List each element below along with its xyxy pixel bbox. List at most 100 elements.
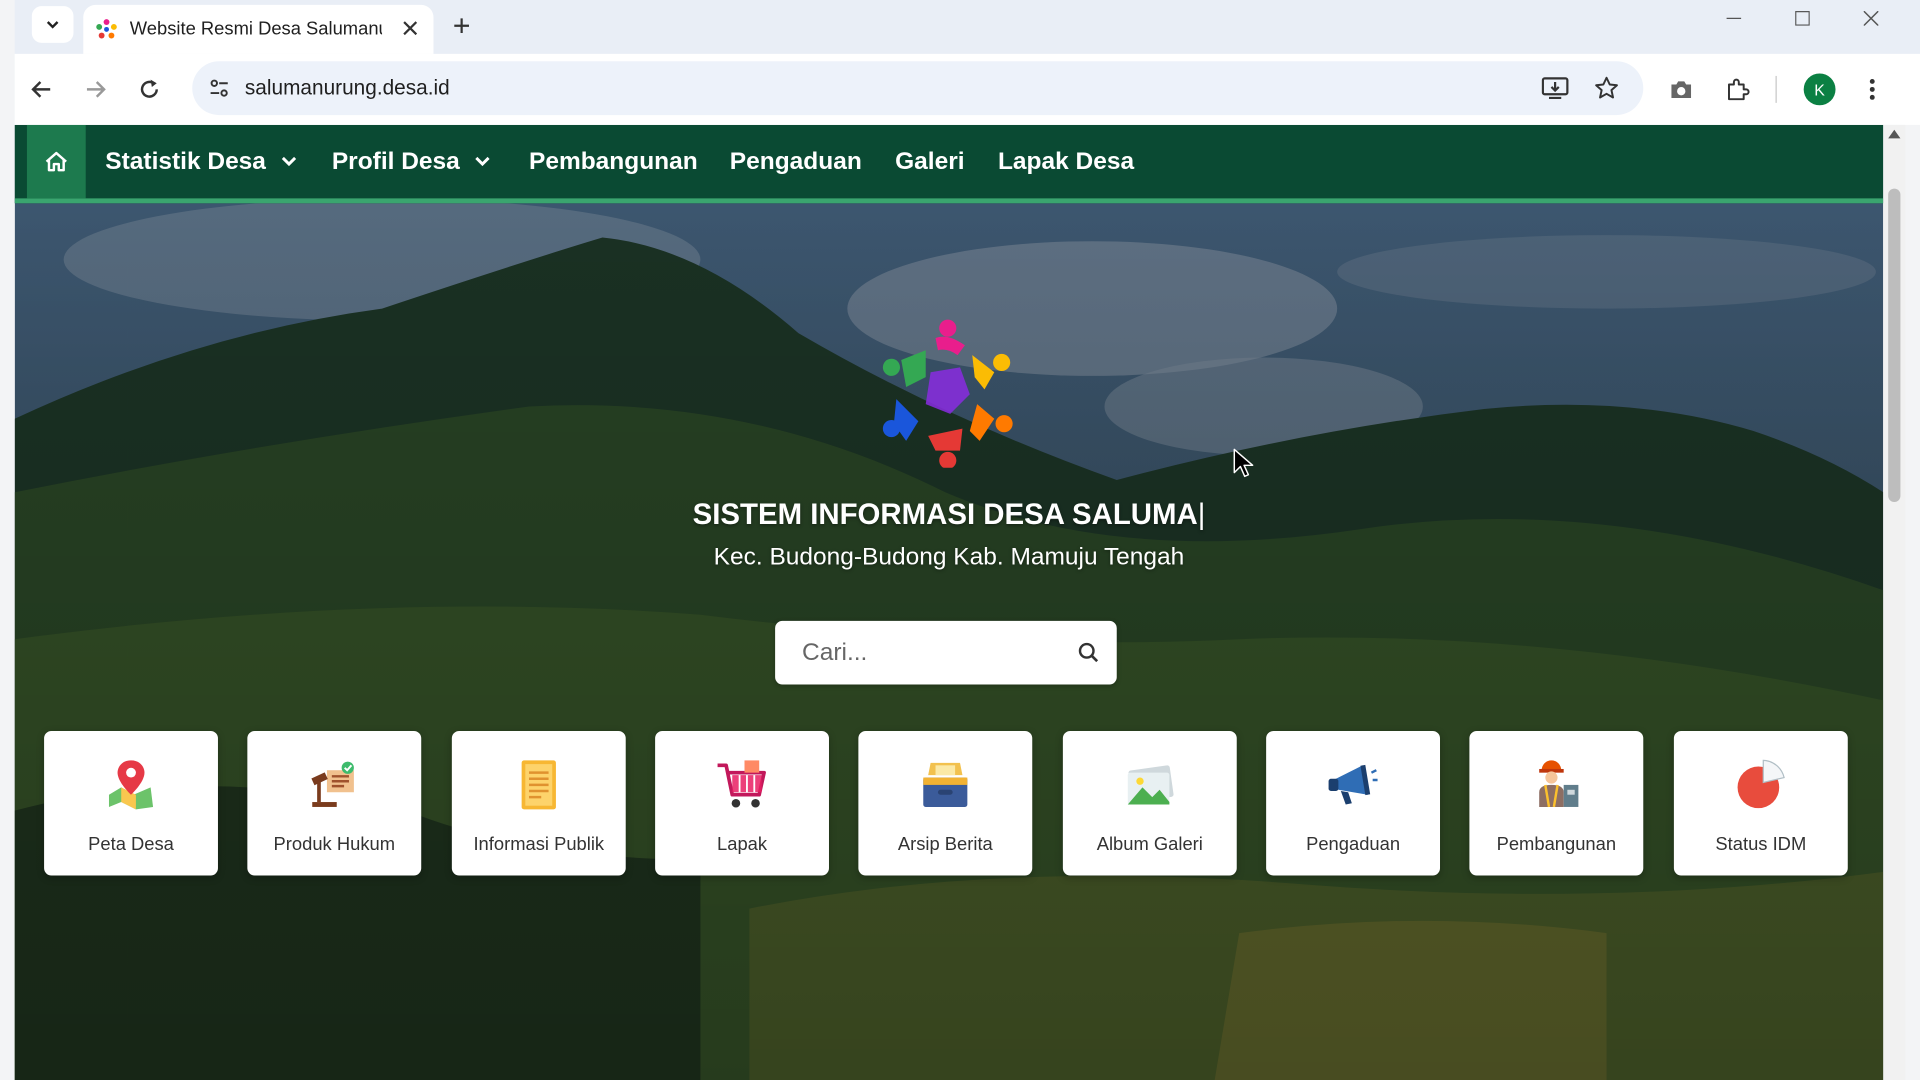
install-app-icon (1541, 77, 1569, 100)
mouse-cursor-icon (1233, 448, 1254, 478)
construction-worker-icon (1539, 760, 1579, 808)
search-icon (1078, 642, 1099, 663)
url-text[interactable]: salumanurung.desa.id (245, 76, 450, 100)
hero-background-image (14, 124, 1884, 1080)
bookmark-star-icon (1595, 76, 1618, 99)
extensions-icon (1728, 78, 1750, 101)
minimize-button[interactable] (1709, 2, 1758, 34)
chevron-down-icon (475, 156, 491, 167)
profile-avatar[interactable]: K (1803, 73, 1836, 106)
card-label: Informasi Publik (473, 833, 605, 855)
card-peta-desa[interactable]: Peta Desa (44, 731, 218, 876)
card-album-galeri[interactable]: Album Galeri (1062, 731, 1237, 876)
new-tab-button[interactable] (443, 9, 480, 43)
close-icon (403, 21, 418, 36)
site-info-icon (210, 79, 228, 97)
law-gavel-icon (311, 761, 354, 807)
nav-lapak-desa[interactable]: Lapak Desa (998, 125, 1134, 198)
home-icon (45, 151, 67, 172)
camera-icon (1671, 81, 1692, 98)
site-subtitle: Kec. Budong-Budong Kab. Mamuju Tengah (713, 543, 1185, 571)
tab-list-button[interactable] (31, 6, 74, 43)
card-status-idm[interactable]: Status IDM (1673, 731, 1848, 876)
nav-galeri[interactable]: Galeri (895, 125, 964, 198)
gallery-image-icon (1127, 765, 1174, 805)
browser-menu-button[interactable] (1854, 71, 1891, 108)
card-produk-hukum[interactable]: Produk Hukum (247, 731, 422, 876)
reload-button[interactable] (131, 71, 168, 108)
bookmark-button[interactable] (1592, 73, 1621, 102)
nav-item-label: Pengaduan (729, 147, 862, 175)
site-title-text: SISTEM INFORMASI DESA SALUMA (692, 498, 1198, 532)
typing-caret: | (1197, 498, 1206, 532)
card-lapak[interactable]: Lapak (655, 731, 829, 876)
nav-item-label: Lapak Desa (997, 147, 1135, 175)
village-logo (882, 319, 1013, 468)
site-navbar: Statistik Desa Profil Desa Pembangunan P… (14, 124, 1884, 204)
toolbar-separator (1775, 75, 1777, 103)
search-button[interactable] (1074, 638, 1103, 667)
card-arsip-berita[interactable]: Arsip Berita (858, 731, 1033, 876)
site-favicon-icon (96, 19, 117, 39)
megaphone-icon (1328, 764, 1378, 805)
card-label: Produk Hukum (273, 833, 396, 855)
pie-chart-icon (1737, 759, 1785, 809)
nav-pembangunan[interactable]: Pembangunan (529, 125, 698, 198)
search-input[interactable] (802, 635, 1060, 670)
window-close-button[interactable] (1847, 2, 1896, 34)
extensions-button[interactable] (1719, 71, 1756, 108)
tab-list-icon (46, 21, 59, 29)
kebab-menu-icon (1869, 78, 1875, 100)
card-informasi-publik[interactable]: Informasi Publik (451, 731, 626, 876)
quick-access-cards: Peta Desa Produk Hukum Informasi Publik … (44, 731, 1856, 878)
browser-tab-strip: Website Resmi Desa Salumanurung (14, 0, 1920, 54)
maximize-icon (1795, 11, 1810, 26)
plus-icon (454, 18, 469, 34)
site-title: SISTEM INFORMASI DESA SALUMA| (15, 498, 1884, 532)
nav-statistik-desa[interactable]: Statistik Desa (105, 125, 297, 198)
card-label: Album Galeri (1096, 833, 1203, 855)
forward-arrow-icon (86, 81, 106, 98)
page-viewport: Statistik Desa Profil Desa Pembangunan P… (14, 124, 1884, 1080)
scroll-up-arrow-icon[interactable] (1888, 129, 1901, 139)
address-bar[interactable]: salumanurung.desa.id (192, 61, 1644, 116)
document-icon (521, 760, 556, 810)
card-pembangunan[interactable]: Pembangunan (1469, 731, 1644, 876)
scrollbar-thumb[interactable] (1888, 188, 1901, 503)
back-arrow-icon (31, 81, 51, 98)
install-app-button[interactable] (1540, 73, 1569, 102)
archive-box-icon (923, 762, 968, 807)
search-box (775, 620, 1117, 685)
nav-item-label: Profil Desa (331, 147, 460, 175)
nav-item-label: Statistik Desa (105, 147, 266, 175)
home-button[interactable] (26, 124, 86, 199)
page-scrollbar[interactable] (1883, 124, 1906, 1080)
map-pin-icon (108, 760, 154, 810)
reload-icon (140, 79, 158, 98)
site-info-button[interactable] (204, 73, 233, 102)
card-pengaduan[interactable]: Pengaduan (1266, 731, 1441, 876)
maximize-button[interactable] (1778, 2, 1827, 34)
tab-title: Website Resmi Desa Salumanurung (129, 18, 382, 40)
card-label: Peta Desa (88, 833, 174, 855)
close-tab-button[interactable] (397, 15, 424, 42)
card-label: Status IDM (1715, 833, 1807, 855)
card-label: Pengaduan (1306, 833, 1401, 855)
minimize-icon (1726, 17, 1742, 19)
hero-section: Statistik Desa Profil Desa Pembangunan P… (14, 124, 1884, 1080)
nav-pengaduan[interactable]: Pengaduan (730, 125, 862, 198)
browser-tab[interactable]: Website Resmi Desa Salumanurung (83, 4, 434, 54)
screenshot-button[interactable] (1663, 71, 1700, 108)
nav-item-label: Galeri (895, 147, 965, 175)
browser-toolbar: salumanurung.desa.id K (14, 53, 1920, 125)
nav-profil-desa[interactable]: Profil Desa (332, 125, 492, 198)
chevron-down-icon (282, 156, 297, 167)
window-close-icon (1863, 11, 1879, 26)
card-label: Arsip Berita (897, 833, 993, 855)
card-label: Pembangunan (1496, 833, 1617, 855)
forward-button[interactable] (77, 71, 114, 108)
card-label: Lapak (717, 833, 768, 855)
back-button[interactable] (23, 71, 60, 108)
nav-item-label: Pembangunan (528, 147, 698, 175)
shopping-cart-icon (717, 760, 766, 808)
